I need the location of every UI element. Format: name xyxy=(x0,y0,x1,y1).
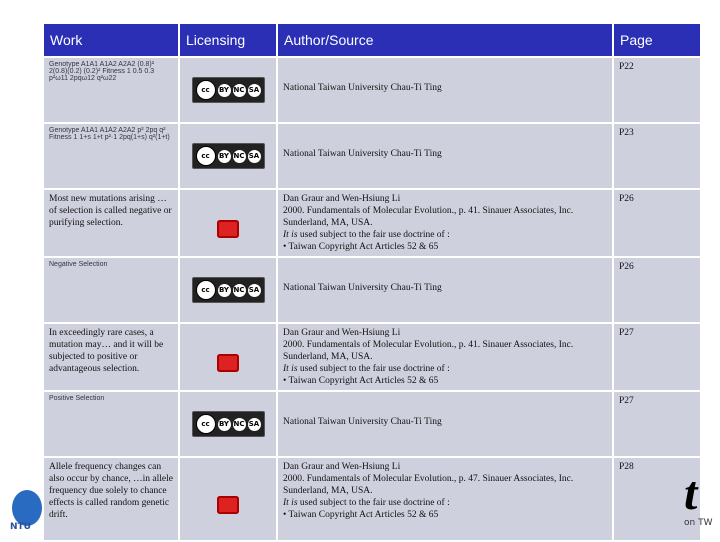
page-number: P23 xyxy=(614,124,700,188)
table-row: Most new mutations arising …of selection… xyxy=(44,190,700,256)
table-row: Allele frequency changes can also occur … xyxy=(44,458,700,540)
author-cell: National Taiwan University Chau-Ti Ting xyxy=(278,258,612,322)
image-label: A1A1 xyxy=(80,61,99,68)
cc-by-nc-sa-icon: cc BY NC SA xyxy=(191,143,265,169)
ntu-logo xyxy=(12,490,42,526)
image-label: 1 xyxy=(126,68,131,75)
image-label: Genotype xyxy=(49,61,80,68)
author-line: National Taiwan University Chau-Ti Ting xyxy=(283,149,442,159)
page-number: P26 xyxy=(614,258,700,322)
image-label: 2pq xyxy=(145,127,158,134)
license-cell: cc BY NC SA xyxy=(180,258,276,322)
image-label: Genotype xyxy=(49,127,80,134)
cc-by-nc-sa-icon: cc BY NC SA xyxy=(191,277,265,303)
ocw-logo-sub: on TW xyxy=(684,518,713,528)
image-label: p²·1 xyxy=(104,134,118,141)
image-label: (0.2)² xyxy=(83,68,101,75)
image-label: 1+t xyxy=(92,134,103,141)
image-label: 1+s xyxy=(79,134,91,141)
image-label: q²(1+t) xyxy=(148,134,170,141)
author-line: 2000. Fundamentals of Molecular Evolutio… xyxy=(283,206,574,216)
table-row: Negative Selection cc BY NC SA National Taiw… xyxy=(44,258,700,322)
image-label: Negative Selection xyxy=(49,261,108,268)
work-image: Positive Selection xyxy=(44,392,178,456)
copyright-article: • Taiwan Copyright Act Articles 52 & 65 xyxy=(283,242,439,252)
cc-by-nc-sa-icon: cc BY NC SA xyxy=(191,77,265,103)
author-cell: National Taiwan University Chau-Ti Ting xyxy=(278,124,612,188)
image-label: 2pq(1+s) xyxy=(119,134,147,141)
credits-table: Work Licensing Author/Source Page Genoty… xyxy=(42,22,702,542)
author-line: Dan Graur and Wen-Hsiung Li xyxy=(283,462,401,472)
fair-use-book-icon xyxy=(217,220,239,238)
image-label: 2pqω12 xyxy=(69,75,95,82)
image-label: p²ω11 xyxy=(49,75,68,82)
page-number: P26 xyxy=(614,190,700,256)
image-label: A1A2 xyxy=(99,61,117,68)
license-cell: cc BY NC SA xyxy=(180,124,276,188)
fair-use-note: It is used subject to the fair use doctr… xyxy=(283,498,450,508)
image-label: A2A2 xyxy=(118,127,136,134)
fair-use-book-icon xyxy=(217,496,239,514)
image-label: A1A1 xyxy=(80,127,99,134)
author-line: National Taiwan University Chau-Ti Ting xyxy=(283,283,442,293)
copyright-article: • Taiwan Copyright Act Articles 52 & 65 xyxy=(283,510,439,520)
image-label: p² xyxy=(137,127,144,134)
author-line: Dan Graur and Wen-Hsiung Li xyxy=(283,328,401,338)
image-label: (0.8)² xyxy=(137,61,155,68)
author-line: National Taiwan University Chau-Ti Ting xyxy=(283,83,442,93)
image-label: 0.5 xyxy=(132,68,143,75)
fair-use-book-icon xyxy=(217,354,239,372)
image-label: Fitness xyxy=(102,68,125,75)
license-cell: cc BY NC SA xyxy=(180,58,276,122)
author-cell: Dan Graur and Wen-Hsiung Li 2000. Fundame… xyxy=(278,190,612,256)
author-cell: Dan Graur and Wen-Hsiung Li 2000. Fundame… xyxy=(278,324,612,390)
table-row: Positive Selection cc BY NC SA National Taiw… xyxy=(44,392,700,456)
ocw-logo: t xyxy=(684,467,698,520)
license-cell xyxy=(180,324,276,390)
ntu-logo-text: NTU xyxy=(10,522,31,532)
license-cell xyxy=(180,190,276,256)
cc-by-nc-sa-icon: cc BY NC SA xyxy=(191,411,265,437)
work-image: Genotype A1A1 A1A2 A2A2 p² 2pq q² Fitnes… xyxy=(44,124,178,188)
work-text: Allele frequency changes can also occur … xyxy=(44,458,178,540)
author-line: Dan Graur and Wen-Hsiung Li xyxy=(283,194,401,204)
page-number: P22 xyxy=(614,58,700,122)
author-line: National Taiwan University Chau-Ti Ting xyxy=(283,417,442,427)
fair-use-note: It is used subject to the fair use doctr… xyxy=(283,230,450,240)
image-label: A1A2 xyxy=(99,127,117,134)
work-image: Negative Selection xyxy=(44,258,178,322)
work-text: Most new mutations arising …of selection… xyxy=(44,190,178,256)
author-line: Sunderland, MA, USA. xyxy=(283,352,373,362)
author-line: 2000. Fundamentals of Molecular Evolutio… xyxy=(283,474,574,484)
table-row: Genotype A1A1 A1A2 A2A2 p² 2pq q² Fitnes… xyxy=(44,124,700,188)
image-label: Positive Selection xyxy=(49,395,105,402)
author-line: Sunderland, MA, USA. xyxy=(283,218,373,228)
header-licensing: Licensing xyxy=(180,24,276,56)
table-row: In exceedingly rare cases, a mutation ma… xyxy=(44,324,700,390)
header-work: Work xyxy=(44,24,178,56)
image-label: A2A2 xyxy=(118,61,136,68)
page-number: P27 xyxy=(614,392,700,456)
image-label: 0.3 xyxy=(144,68,155,75)
image-label: 2(0.8)(0.2) xyxy=(49,68,82,75)
license-cell xyxy=(180,458,276,540)
page-number: P27 xyxy=(614,324,700,390)
author-cell: Dan Graur and Wen-Hsiung Li 2000. Fundame… xyxy=(278,458,612,540)
image-label: Fitness xyxy=(49,134,72,141)
work-text: In exceedingly rare cases, a mutation ma… xyxy=(44,324,178,390)
license-cell: cc BY NC SA xyxy=(180,392,276,456)
author-line: Sunderland, MA, USA. xyxy=(283,486,373,496)
work-image: Genotype A1A1 A1A2 A2A2 (0.8)² 2(0.8)(0.… xyxy=(44,58,178,122)
author-cell: National Taiwan University Chau-Ti Ting xyxy=(278,392,612,456)
image-label: q²ω22 xyxy=(96,75,117,82)
author-line: 2000. Fundamentals of Molecular Evolutio… xyxy=(283,340,574,350)
copyright-article: • Taiwan Copyright Act Articles 52 & 65 xyxy=(283,376,439,386)
author-cell: National Taiwan University Chau-Ti Ting xyxy=(278,58,612,122)
fair-use-note: It is used subject to the fair use doctr… xyxy=(283,364,450,374)
image-label: 1 xyxy=(73,134,78,141)
image-label: q² xyxy=(159,127,166,134)
table-row: Genotype A1A1 A1A2 A2A2 (0.8)² 2(0.8)(0.… xyxy=(44,58,700,122)
header-author: Author/Source xyxy=(278,24,612,56)
header-page: Page xyxy=(614,24,700,56)
